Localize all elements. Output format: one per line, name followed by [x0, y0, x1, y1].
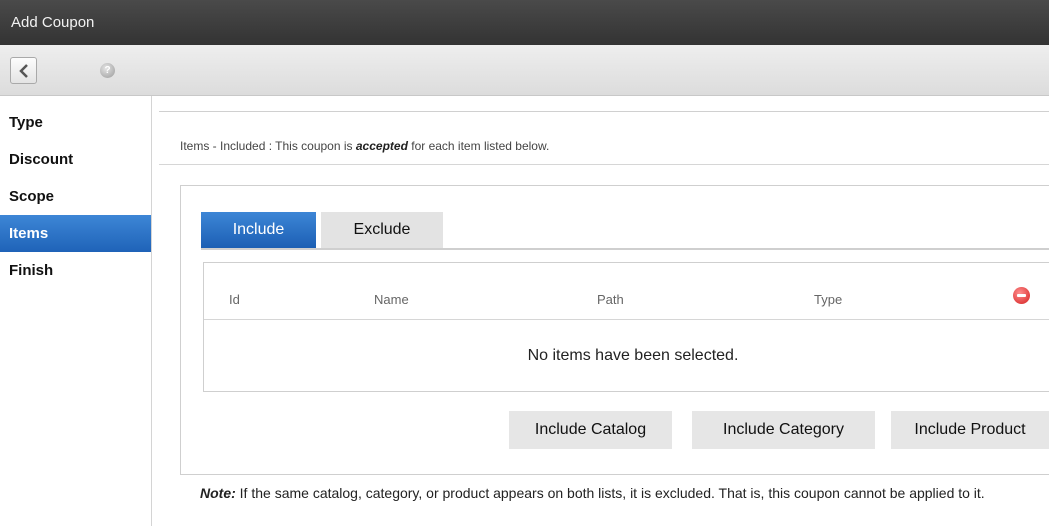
wizard-steps-sidebar: Type Discount Scope Items Finish	[0, 104, 151, 289]
back-button[interactable]	[10, 57, 37, 84]
column-header-id[interactable]: Id	[229, 292, 240, 307]
sidebar-item-items[interactable]: Items	[0, 215, 151, 252]
tab-include[interactable]: Include	[201, 212, 316, 248]
sidebar-item-discount[interactable]: Discount	[0, 141, 151, 178]
note-text: Note: If the same catalog, category, or …	[200, 482, 1040, 504]
empty-message: No items have been selected.	[527, 347, 739, 364]
toolbar: ?	[0, 45, 1049, 96]
help-glyph: ?	[104, 65, 111, 76]
remove-icon[interactable]	[1013, 287, 1030, 304]
note-body: If the same catalog, category, or produc…	[235, 485, 985, 501]
tab-exclude[interactable]: Exclude	[321, 212, 443, 248]
remove-icon-bar	[1017, 294, 1026, 297]
window-title: Add Coupon	[11, 14, 95, 31]
items-table: Id Name Path Type No items have been sel…	[203, 262, 1049, 392]
sidebar-divider	[151, 96, 152, 526]
sidebar-item-type[interactable]: Type	[0, 104, 151, 141]
section-divider	[159, 164, 1049, 165]
sidebar-item-finish[interactable]: Finish	[0, 252, 151, 289]
include-category-button[interactable]: Include Category	[692, 411, 875, 449]
note-label: Note:	[200, 485, 236, 501]
window-titlebar: Add Coupon	[0, 0, 1049, 45]
column-header-path[interactable]: Path	[597, 292, 624, 307]
intro-prefix: Items - Included : This coupon is	[180, 139, 356, 153]
column-header-type[interactable]: Type	[814, 292, 842, 307]
include-catalog-button[interactable]: Include Catalog	[509, 411, 672, 449]
intro-emphasis: accepted	[355, 139, 408, 153]
content-top-border	[159, 111, 1049, 112]
column-header-name[interactable]: Name	[374, 292, 409, 307]
chevron-left-icon	[18, 63, 28, 78]
tab-underline	[201, 248, 1049, 250]
section-description: Items - Included : This coupon is accept…	[180, 139, 549, 153]
intro-suffix: for each item listed below.	[407, 139, 550, 153]
help-icon[interactable]: ?	[100, 63, 115, 78]
include-product-button[interactable]: Include Product	[891, 411, 1049, 449]
sidebar-item-scope[interactable]: Scope	[0, 178, 151, 215]
